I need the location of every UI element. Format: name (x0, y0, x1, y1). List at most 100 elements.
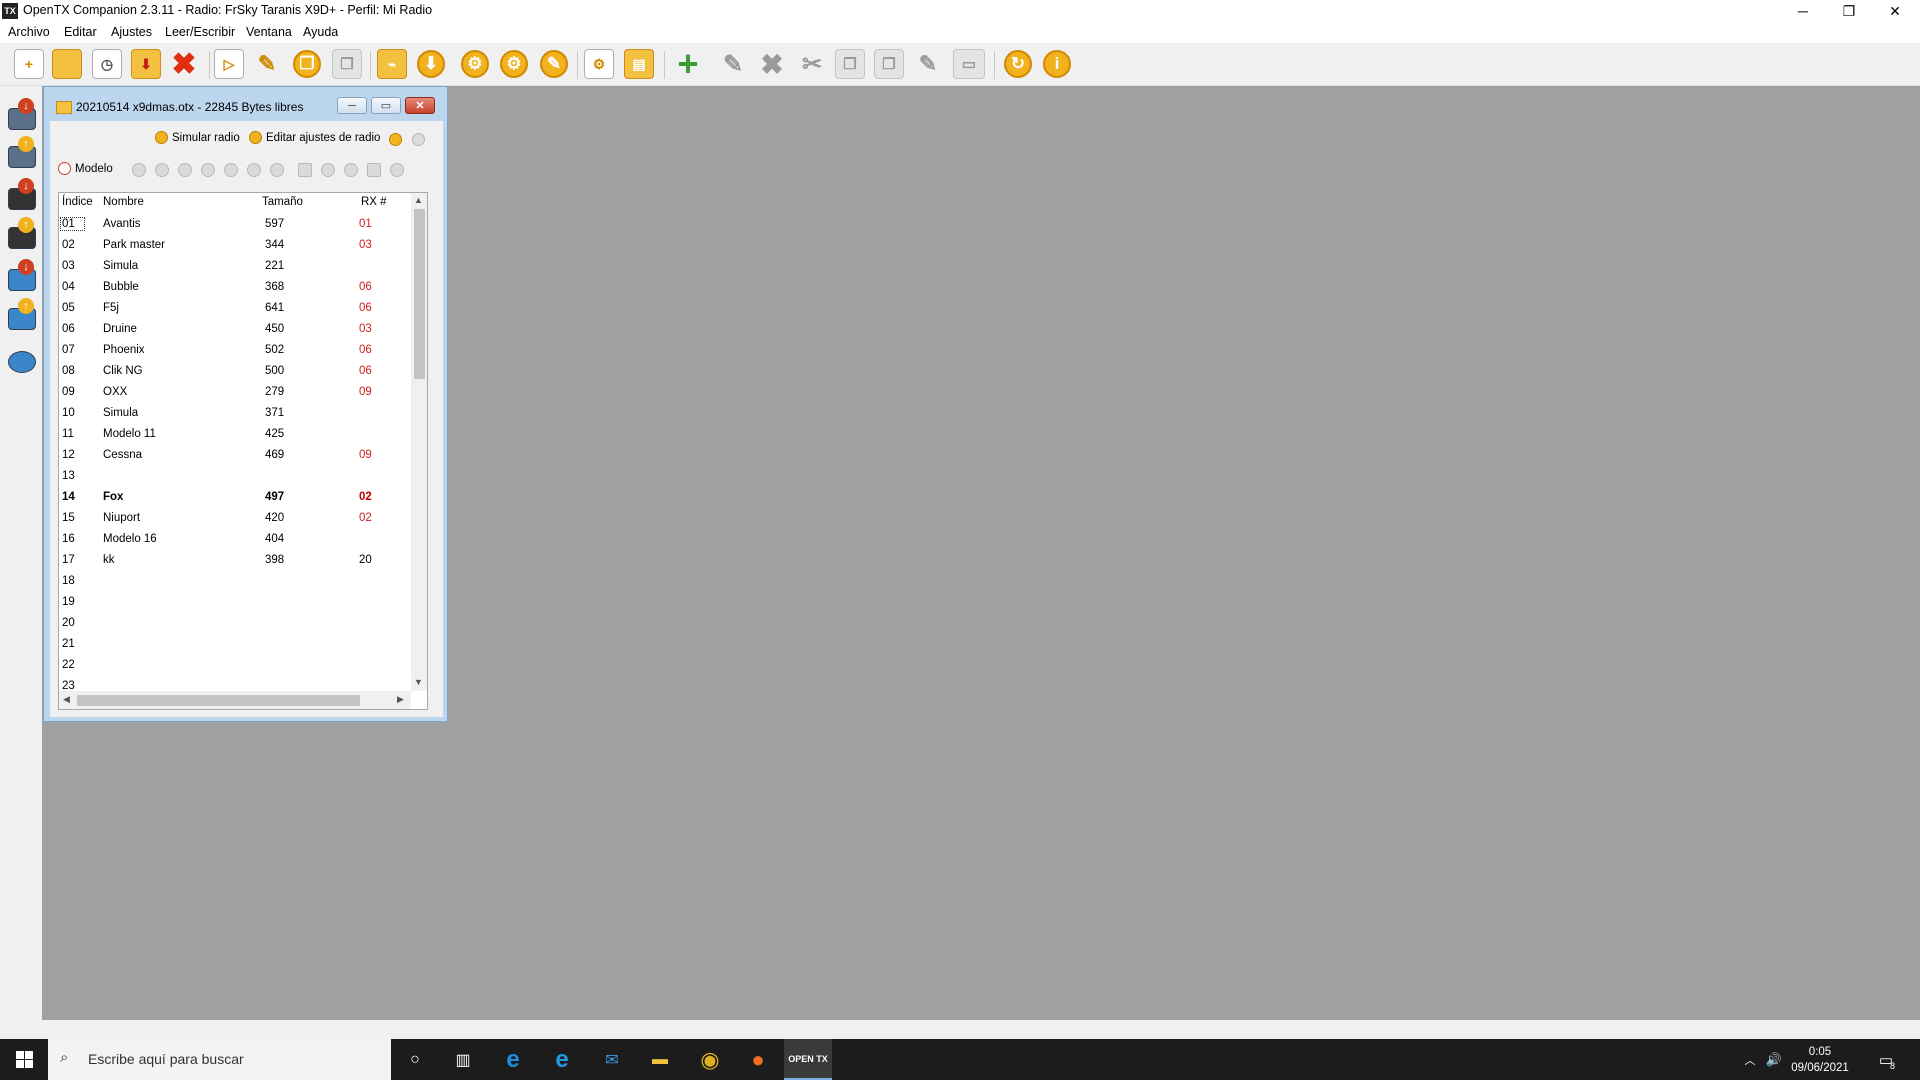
menu-archivo[interactable]: Archivo (8, 25, 50, 39)
task-view-icon[interactable]: ▥ (439, 1039, 487, 1080)
start-button[interactable] (0, 1039, 48, 1080)
notifications-icon[interactable]: ▭ 8 (1866, 1039, 1906, 1080)
show-hidden-icons[interactable]: ︿ (1740, 1039, 1760, 1080)
logs-icon[interactable]: ⚙ (584, 49, 614, 79)
models-table[interactable]: Índice Nombre Tamaño RX # 01 Avantis 597 01… (58, 192, 428, 710)
table-row[interactable]: 17 kk 398 20 (59, 550, 409, 571)
taskbar-search-box[interactable]: ⌕ Escribe aquí para buscar (48, 1039, 391, 1080)
menu-ajustes[interactable]: Ajustes (111, 25, 152, 39)
mail-icon[interactable]: ✉ (588, 1039, 636, 1080)
firefox-icon[interactable]: ● (734, 1039, 782, 1080)
table-row[interactable]: 22 (59, 655, 409, 676)
read-models-icon[interactable]: ↓ (6, 98, 36, 130)
edit-radio-settings-button[interactable]: Editar ajustes de radio (249, 131, 380, 144)
rename-icon[interactable] (321, 163, 335, 177)
menu-leer-escribir[interactable]: Leer/Escribir (165, 25, 235, 39)
radio-settings-icon[interactable]: ⚙ (500, 50, 528, 78)
table-row[interactable]: 07 Phoenix 502 06 (59, 340, 409, 361)
table-row[interactable]: 13 (59, 466, 409, 487)
download-icon[interactable]: ⬇ (417, 50, 445, 78)
simulate-radio-button[interactable]: Simular radio (155, 131, 240, 144)
new-model-icon[interactable] (298, 163, 312, 177)
move-model-icon[interactable] (270, 163, 284, 177)
table-row[interactable]: 21 (59, 634, 409, 655)
scroll-up-icon[interactable]: ▲ (414, 195, 423, 205)
cut-icon[interactable]: ✂ (797, 49, 827, 79)
wizard-icon[interactable]: ✎ (913, 49, 943, 79)
restore-button[interactable]: ❐ (1826, 0, 1872, 22)
horizontal-scroll-thumb[interactable] (77, 695, 360, 706)
table-row[interactable]: 16 Modelo 16 404 (59, 529, 409, 550)
table-row[interactable]: 20 (59, 613, 409, 634)
edit-model-icon[interactable] (132, 163, 146, 177)
menu-ayuda[interactable]: Ayuda (303, 25, 338, 39)
info-icon[interactable]: i (1043, 50, 1071, 78)
paste-radio-icon[interactable] (412, 133, 425, 146)
table-row[interactable]: 09 OXX 279 09 (59, 382, 409, 403)
file-explorer-icon[interactable]: ▬ (636, 1039, 684, 1080)
edit-radio-icon[interactable]: ✎ (540, 50, 568, 78)
star-icon[interactable] (344, 163, 358, 177)
table-row[interactable]: 11 Modelo 11 425 (59, 424, 409, 445)
new-file-icon[interactable]: + (14, 49, 44, 79)
copy-radio-icon[interactable] (389, 133, 402, 146)
chrome-icon[interactable]: ◉ (686, 1039, 734, 1080)
child-minimize-button[interactable]: ─ (337, 97, 367, 114)
simulate-model-icon[interactable] (390, 163, 404, 177)
write-models-icon[interactable]: ↑ (6, 136, 36, 168)
vertical-scrollbar[interactable]: ▲ ▼ (411, 193, 427, 691)
delete-model-icon[interactable] (155, 163, 169, 177)
table-row[interactable]: 02 Park master 344 03 (59, 235, 409, 256)
table-row[interactable]: 14 Fox 497 02 (59, 487, 409, 508)
table-row[interactable]: 12 Cessna 469 09 (59, 445, 409, 466)
copy-model-icon[interactable]: ❐ (835, 49, 865, 79)
opentx-taskbar-icon[interactable]: OPEN TX (784, 1039, 832, 1080)
print-icon[interactable] (367, 163, 381, 177)
add-model-button[interactable]: Modelo (58, 162, 113, 175)
copy-icon[interactable]: ❐ (293, 50, 321, 78)
write-backup-icon[interactable]: ↑ (6, 298, 36, 330)
cortana-icon[interactable]: ○ (391, 1039, 439, 1080)
child-restore-button[interactable]: ▭ (371, 97, 401, 114)
window-icon[interactable]: ▭ (953, 49, 985, 79)
edit-icon[interactable]: ✎ (252, 49, 282, 79)
header-rx[interactable]: RX # (361, 196, 387, 208)
taskbar-clock[interactable]: 0:05 09/06/2021 (1790, 1044, 1850, 1076)
close-file-icon[interactable]: ✖ (169, 48, 199, 81)
read-firmware-icon[interactable]: ↓ (6, 178, 36, 210)
table-row[interactable]: 18 (59, 571, 409, 592)
table-row[interactable]: 05 F5j 641 06 (59, 298, 409, 319)
compare-icon[interactable]: ⌁ (377, 49, 407, 79)
settings-icon[interactable]: ⚙ (461, 50, 489, 78)
paste-model-icon[interactable] (224, 163, 238, 177)
minimize-button[interactable]: ─ (1780, 0, 1826, 22)
copy-model-icon[interactable] (201, 163, 215, 177)
table-row[interactable]: 10 Simula 371 (59, 403, 409, 424)
edge-icon[interactable]: e (489, 1039, 537, 1080)
table-row[interactable]: 19 (59, 592, 409, 613)
menu-editar[interactable]: Editar (64, 25, 97, 39)
internet-explorer-icon[interactable]: e (538, 1039, 586, 1080)
wizard-model-icon[interactable] (247, 163, 261, 177)
open-folder-icon[interactable] (52, 49, 82, 79)
add-model-icon[interactable]: + (673, 43, 703, 84)
delete-model-icon[interactable]: ✖ (757, 49, 787, 80)
header-size[interactable]: Tamaño (262, 196, 303, 208)
scroll-right-icon[interactable]: ▶ (397, 694, 404, 705)
simulate-icon[interactable]: ▷ (214, 49, 244, 79)
update-icon[interactable]: ↻ (1004, 50, 1032, 78)
child-close-button[interactable]: ✕ (405, 97, 435, 114)
recent-files-icon[interactable]: ◷ (92, 49, 122, 79)
horizontal-scrollbar[interactable]: ◀ ▶ (59, 691, 411, 709)
scroll-left-icon[interactable]: ◀ (63, 694, 70, 705)
table-row[interactable]: 15 Niuport 420 02 (59, 508, 409, 529)
close-button[interactable]: ✕ (1872, 0, 1918, 22)
vertical-scroll-thumb[interactable] (414, 209, 425, 379)
write-firmware-icon[interactable]: ↑ (6, 217, 36, 249)
edit-model-icon[interactable]: ✎ (718, 49, 748, 79)
scroll-down-icon[interactable]: ▼ (414, 677, 423, 687)
menu-ventana[interactable]: Ventana (246, 25, 292, 39)
save-icon[interactable]: ⬇ (131, 49, 161, 79)
table-row[interactable]: 06 Druine 450 03 (59, 319, 409, 340)
header-index[interactable]: Índice (62, 196, 93, 208)
